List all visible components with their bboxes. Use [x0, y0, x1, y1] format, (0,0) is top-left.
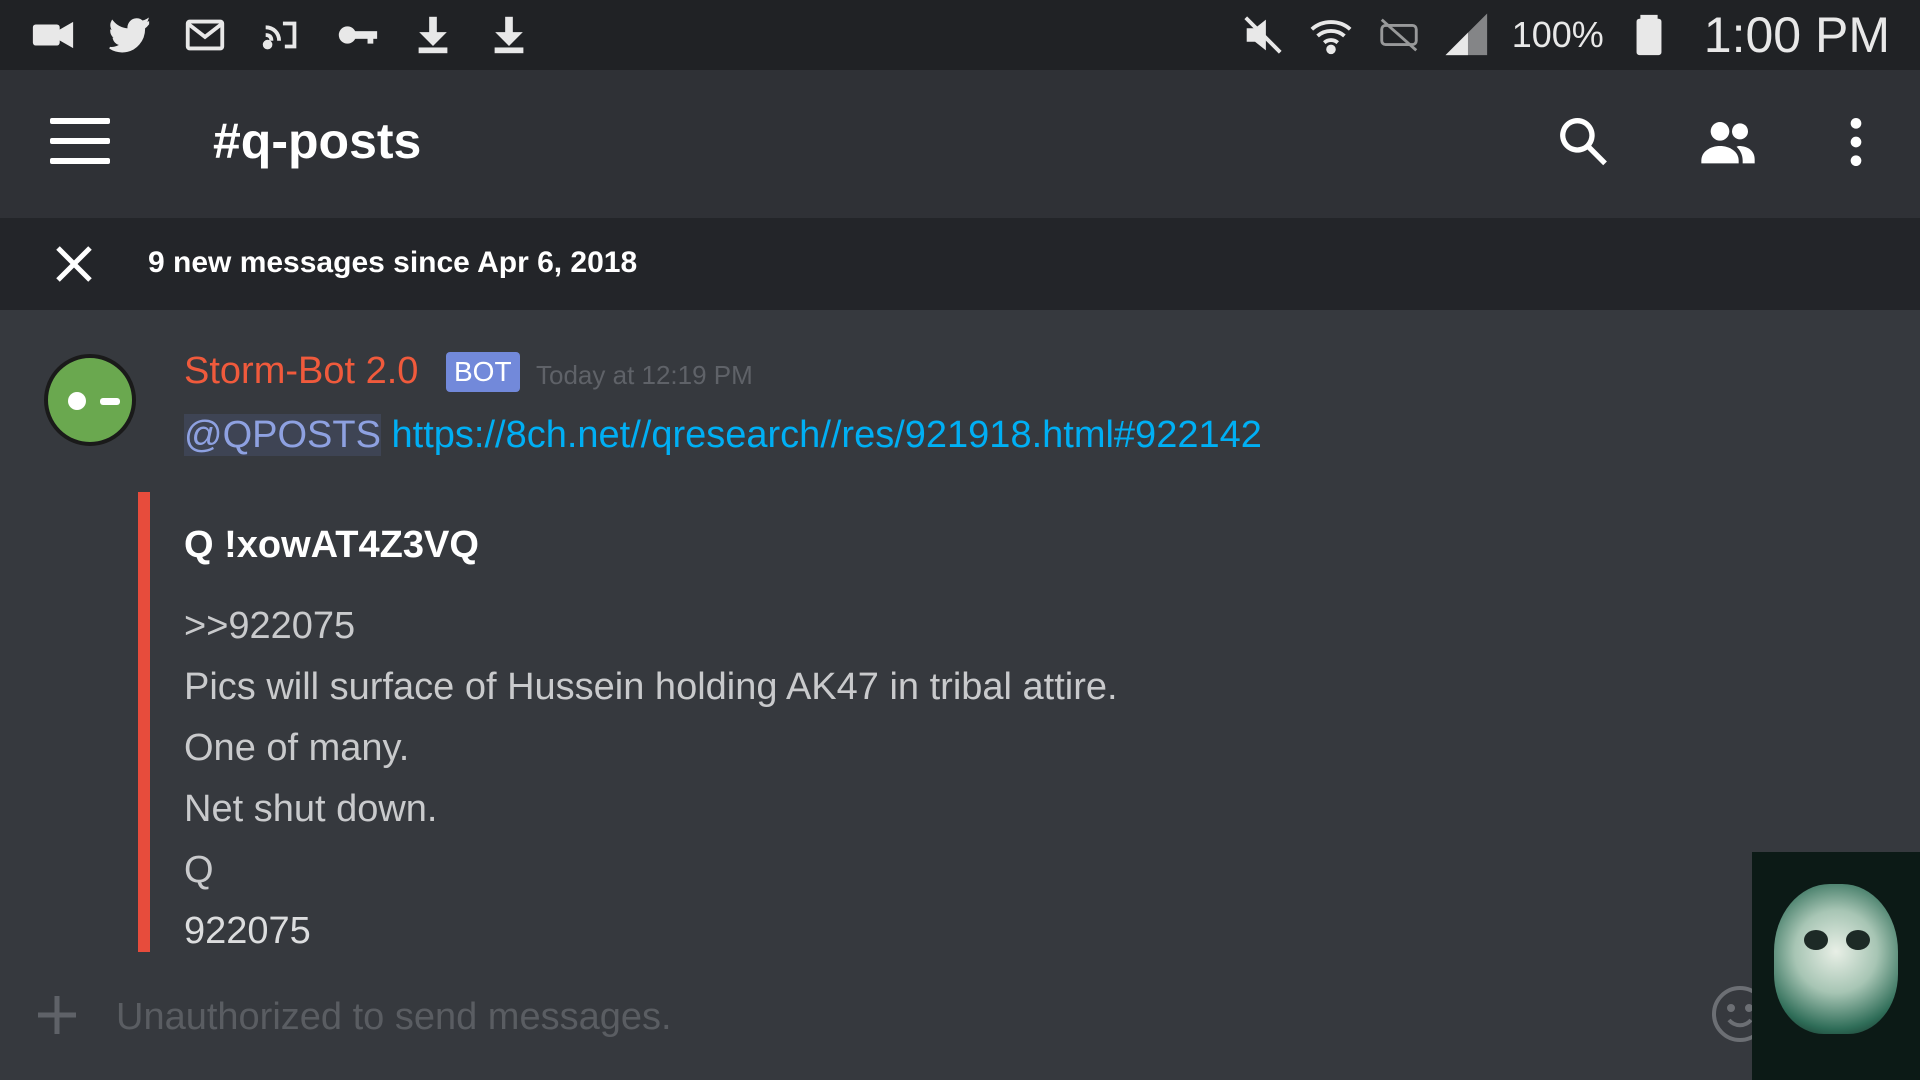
embed-color-bar: [138, 492, 150, 952]
menu-icon-bar: [50, 138, 110, 144]
avatar[interactable]: [44, 354, 136, 446]
message: Storm-Bot 2.0 BOT Today at 12:19 PM @QPO…: [0, 310, 1920, 960]
signal-icon: [1444, 12, 1490, 58]
message-timestamp: Today at 12:19 PM: [536, 360, 753, 390]
message-input[interactable]: [116, 982, 1676, 1052]
new-messages-bar: 9 new messages since Apr 6, 2018: [0, 218, 1920, 310]
bot-badge: BOT: [446, 352, 520, 392]
embed-footer: 922075: [184, 910, 311, 952]
mute-icon: [1240, 12, 1286, 58]
app-header: #q-posts: [0, 70, 1920, 218]
data-off-icon: [1376, 12, 1422, 58]
embed: Q !xowAT4Z3VQ >>922075 Pics will surface…: [138, 492, 1738, 960]
embed-line: >>922075: [184, 605, 356, 647]
new-messages-text[interactable]: 9 new messages since Apr 6, 2018: [148, 246, 637, 280]
avatar-eye: [68, 392, 86, 410]
status-bar: 100% 1:00 PM: [0, 0, 1920, 70]
message-author[interactable]: Storm-Bot 2.0: [184, 350, 418, 393]
menu-icon-bar: [50, 118, 110, 124]
webcam-overlay: [1752, 852, 1920, 1080]
key-icon: [334, 12, 380, 58]
search-icon[interactable]: [1552, 110, 1616, 174]
mention[interactable]: @QPOSTS: [184, 414, 381, 456]
embed-line: Net shut down.: [184, 788, 438, 830]
battery-percent: 100%: [1511, 14, 1604, 55]
message-input-bar: [0, 960, 1920, 1080]
embed-line: One of many.: [184, 727, 410, 769]
status-left-icons: [30, 0, 532, 70]
video-camera-icon: [30, 12, 76, 58]
mask-face-image: [1774, 884, 1898, 1034]
add-attachment-icon[interactable]: [32, 990, 82, 1040]
download-icon: [486, 12, 532, 58]
status-right-icons: 100% 1:00 PM: [1240, 0, 1890, 70]
avatar-eye: [100, 398, 120, 405]
mask-eye: [1846, 930, 1870, 950]
twitter-icon: [106, 12, 152, 58]
embed-author: Q !xowAT4Z3VQ: [184, 524, 479, 566]
download-icon: [410, 12, 456, 58]
menu-icon-bar: [50, 158, 110, 164]
embed-line: Pics will surface of Hussein holding AK4…: [184, 666, 1118, 708]
mask-eye: [1804, 930, 1828, 950]
embed-description: >>922075 Pics will surface of Hussein ho…: [184, 596, 1118, 901]
close-icon[interactable]: [50, 240, 98, 288]
clock: 1:00 PM: [1703, 7, 1890, 63]
menu-button[interactable]: [50, 118, 110, 168]
embed-line: Q: [184, 849, 214, 891]
battery-icon: [1626, 12, 1672, 58]
gmail-icon: [182, 12, 228, 58]
wifi-icon: [1308, 12, 1354, 58]
more-vertical-icon[interactable]: [1824, 110, 1888, 174]
cast-icon: [258, 12, 304, 58]
message-link[interactable]: https://8ch.net//qresearch//res/921918.h…: [392, 414, 1262, 456]
members-icon[interactable]: [1696, 110, 1760, 174]
message-content: @QPOSTS https://8ch.net//qresearch//res/…: [184, 414, 1262, 457]
channel-title: #q-posts: [213, 113, 422, 169]
